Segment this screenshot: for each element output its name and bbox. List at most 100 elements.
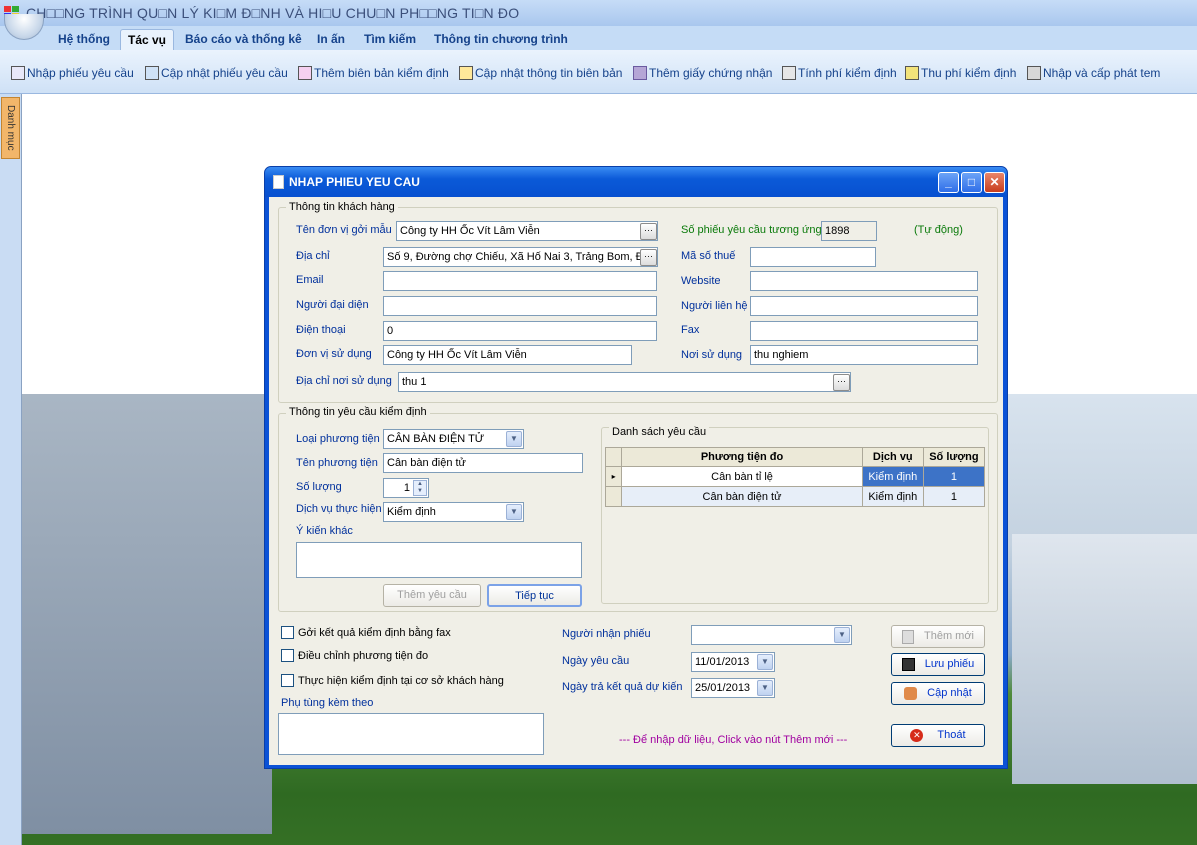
ten-phuong-tien-label: Tên phương tiện [296, 457, 378, 469]
chevron-down-icon[interactable]: ▼ [834, 627, 850, 643]
tai-co-so-checkbox[interactable] [281, 674, 294, 687]
luu-phieu-button[interactable]: Lưu phiếu [891, 653, 985, 676]
tu-dong-label: (Tự động) [914, 224, 963, 236]
dieu-chinh-checkbox[interactable] [281, 649, 294, 662]
ribbon-label: Cập nhật thông tin biên bản [475, 66, 623, 80]
nguoi-dai-dien-label: Người đại diện [296, 299, 369, 311]
website-field[interactable] [750, 271, 978, 291]
email-field[interactable] [383, 271, 657, 291]
phu-tung-label: Phụ tùng kèm theo [281, 697, 374, 709]
noi-su-dung-field[interactable]: thu nghiem [750, 345, 978, 365]
ribbon-them-bien-ban-button[interactable]: Thêm biên bản kiểm định [298, 64, 449, 82]
chevron-down-icon[interactable]: ▼ [757, 654, 773, 670]
tab-in-an[interactable]: In ấn [310, 29, 352, 50]
calculator-icon [145, 66, 159, 80]
browse-button[interactable]: ··· [640, 223, 657, 240]
ribbon-label: Thêm giấy chứng nhận [649, 66, 773, 80]
dia-chi-noi-su-dung-field[interactable]: thu 1 [398, 372, 851, 392]
ribbon-nhap-phieu-button[interactable]: Nhập phiếu yêu cầu [11, 64, 134, 82]
button-label: Lưu phiếu [924, 658, 975, 670]
stepper-arrows-icon[interactable]: ▲ ▼ [413, 480, 427, 496]
exit-icon: ✕ [910, 729, 924, 742]
them-moi-button[interactable]: Thêm mới [891, 625, 985, 648]
tab-tim-kiem[interactable]: Tìm kiếm [357, 29, 423, 50]
ngay-yeu-cau-label: Ngày yêu cầu [562, 655, 630, 667]
thoat-button[interactable]: ✕ Thoát [891, 724, 985, 747]
loai-phuong-tien-select[interactable]: CÂN BÀN ĐIỆN TỬ [383, 429, 524, 449]
ribbon-cap-nhat-bien-ban-button[interactable]: Cập nhật thông tin biên bản [459, 64, 622, 82]
close-button[interactable]: ✕ [984, 172, 1005, 193]
dien-thoai-label: Điện thoại [296, 324, 346, 336]
minimize-button[interactable]: _ [938, 172, 959, 193]
column-header[interactable]: Số lượng [922, 447, 986, 467]
table-cell[interactable]: Kiểm định [861, 466, 924, 487]
table-cell[interactable]: Cân bàn tỉ lệ [621, 466, 863, 487]
column-header[interactable]: Dịch vụ [861, 447, 924, 467]
dialog-body: Thông tin khách hàng Tên đơn vị gởi mẫu … [269, 197, 1003, 765]
chevron-down-icon[interactable]: ▼ [506, 431, 522, 447]
row-selector-icon[interactable]: ▸ [604, 466, 623, 487]
don-vi-su-dung-field[interactable]: Công ty HH Ốc Vít Lâm Viễn [383, 345, 632, 365]
dia-chi-field[interactable]: Số 9, Đường chợ Chiếu, Xã Hố Nai 3, Trản… [383, 247, 658, 267]
tiep-tuc-button[interactable]: Tiếp tục [487, 584, 582, 607]
certificate-icon [633, 66, 647, 80]
them-yeu-cau-button[interactable]: Thêm yêu cầu [383, 584, 481, 607]
nguoi-lien-he-label: Người liên hệ [681, 300, 748, 312]
group-legend: Danh sách yêu cầu [609, 426, 710, 438]
group-legend: Thông tin khách hàng [286, 201, 398, 213]
ten-phuong-tien-field[interactable]: Cân bàn điện tử [383, 453, 583, 473]
document-icon [273, 175, 284, 189]
row-header-corner [604, 447, 623, 467]
browse-button[interactable]: ··· [640, 249, 657, 266]
maximize-button[interactable]: □ [961, 172, 982, 193]
cap-nhat-button[interactable]: Cập nhật [891, 682, 985, 705]
tab-bao-cao[interactable]: Báo cáo và thống kê [178, 29, 309, 50]
table-header-row: Phương tiện đo Dịch vụ Số lượng [604, 447, 986, 467]
tab-he-thong[interactable]: Hệ thống [51, 29, 117, 50]
nguoi-dai-dien-field[interactable] [383, 296, 657, 316]
table-cell[interactable]: 1 [922, 466, 986, 487]
app-title: CH□□NG TRÌNH QU□N LÝ KI□M Đ□NH VÀ HI□U C… [26, 5, 520, 21]
table-row[interactable]: Cân bàn điện tử Kiểm định 1 [604, 486, 986, 507]
ribbon-thu-phi-button[interactable]: Thu phí kiểm định [905, 64, 1016, 82]
chevron-down-icon[interactable]: ▼ [757, 680, 773, 696]
dien-thoai-field[interactable]: 0 [383, 321, 657, 341]
column-header[interactable]: Phương tiện đo [621, 447, 863, 467]
ribbon-tinh-phi-button[interactable]: Tính phí kiểm định [782, 64, 897, 82]
group-legend: Thông tin yêu cầu kiểm định [286, 406, 430, 418]
table-cell[interactable]: 1 [922, 486, 986, 507]
tab-thong-tin[interactable]: Thông tin chương trình [427, 29, 575, 50]
fax-field[interactable] [750, 321, 978, 341]
hint-text: --- Để nhập dữ liệu, Click vào nút Thêm … [619, 734, 848, 746]
ribbon-them-giay-chung-nhan-button[interactable]: Thêm giấy chứng nhận [633, 64, 772, 82]
ma-so-thue-field[interactable] [750, 247, 876, 267]
table-row[interactable]: ▸ Cân bàn tỉ lệ Kiểm định 1 [604, 466, 986, 487]
fax-label: Fax [681, 324, 700, 336]
ribbon-label: Nhập và cấp phát tem [1043, 66, 1161, 80]
tab-tac-vu[interactable]: Tác vụ [120, 29, 175, 50]
nguoi-lien-he-field[interactable] [750, 296, 978, 316]
so-phieu-field[interactable]: 1898 [821, 221, 877, 241]
background-building-image [22, 394, 272, 834]
fax-checkbox[interactable] [281, 626, 294, 639]
browse-button[interactable]: ··· [833, 374, 850, 391]
table-cell[interactable]: Cân bàn điện tử [621, 486, 863, 507]
row-selector[interactable] [604, 486, 623, 507]
y-kien-khac-textarea[interactable] [296, 542, 582, 578]
ribbon-label: Cập nhật phiếu yêu cầu [161, 66, 288, 80]
nguoi-nhan-select[interactable] [691, 625, 852, 645]
ribbon-nhap-tem-button[interactable]: Nhập và cấp phát tem [1027, 64, 1160, 82]
ribbon-cap-nhat-phieu-button[interactable]: Cập nhật phiếu yêu cầu [145, 64, 288, 82]
request-table: Phương tiện đo Dịch vụ Số lượng ▸ Cân bà… [604, 447, 986, 507]
table-cell[interactable]: Kiểm định [861, 486, 924, 507]
dich-vu-label: Dịch vụ thực hiện [296, 503, 382, 515]
sidebar-tab-danh-muc[interactable]: Danh mục [1, 97, 20, 159]
tai-co-so-checkbox-label: Thực hiện kiểm định tại cơ sở khách hàng [298, 675, 504, 687]
phu-tung-textarea[interactable] [278, 713, 544, 755]
so-luong-label: Số lượng [296, 481, 342, 493]
chevron-down-icon[interactable]: ▼ [506, 504, 522, 520]
ten-don-vi-field[interactable]: Công ty HH Ốc Vít Lâm Viễn [396, 221, 658, 241]
sidebar [0, 94, 22, 845]
add-document-icon [298, 66, 312, 80]
dich-vu-select[interactable]: Kiểm định [383, 502, 524, 522]
